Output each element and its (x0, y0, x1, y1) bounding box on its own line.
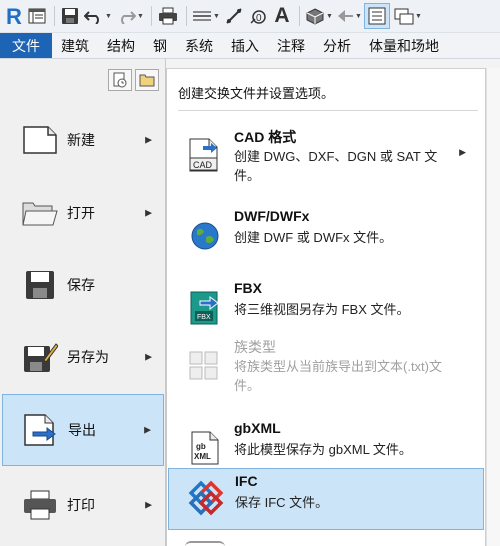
export-item-title: IFC (235, 473, 258, 489)
application-menu-left: 新建 ▶ 打开 ▶ 保存 另存为 ▶ 导出 ▶ 打印 ▶ (0, 59, 166, 546)
toolbar-separator (54, 6, 55, 26)
svg-text:CAD: CAD (193, 160, 213, 170)
menu-item-label: 打印 (67, 497, 95, 513)
tab-insert[interactable]: 插入 (222, 33, 268, 58)
print-icon[interactable] (156, 3, 180, 29)
export-item-description: 将此模型保存为 gbXML 文件。 (234, 442, 412, 457)
undo-dropdown-icon[interactable]: ▼ (105, 13, 112, 20)
export-item-title: FBX (234, 280, 262, 296)
quick-access-toolbar: R ▼ ▼ ▼ 0 A ▼ ▼ ▼ (0, 0, 500, 33)
submenu-arrow-icon: ▶ (145, 207, 152, 218)
export-item-cad-formats[interactable]: CAD CAD 格式 创建 DWG、DXF、DGN 或 SAT 文件。 ▶ (168, 123, 484, 185)
3d-view-dropdown-icon[interactable]: ▼ (326, 13, 333, 20)
menu-item-label: 打开 (67, 205, 95, 221)
tab-file[interactable]: 文件 (0, 33, 52, 58)
text-icon[interactable]: A (271, 3, 293, 29)
menu-item-new[interactable]: 新建 ▶ (2, 105, 164, 175)
menu-item-open[interactable]: 打开 ▶ (2, 178, 164, 248)
export-item-title: 族类型 (234, 339, 276, 355)
aligned-dimension-icon[interactable] (223, 3, 245, 29)
redo-dropdown-icon[interactable]: ▼ (137, 13, 144, 20)
panel-header: 创建交换文件并设置选项。 (178, 86, 335, 101)
toolbar-separator (151, 6, 152, 26)
export-item-ifc[interactable]: IFC 保存 IFC 文件。 (168, 468, 484, 530)
tab-systems[interactable]: 系统 (176, 33, 222, 58)
family-types-icon (185, 347, 225, 387)
open-folder-icon (20, 193, 60, 233)
export-item-description: 将族类型从当前族导出到文本(.txt)文件。 (234, 359, 442, 393)
export-icon (21, 410, 61, 450)
submenu-arrow-icon: ▶ (145, 499, 152, 510)
export-item-title: DWF/DWFx (234, 208, 310, 224)
switch-windows-icon[interactable]: ▼ (392, 3, 424, 29)
tab-massing-site[interactable]: 体量和场地 (360, 33, 448, 58)
menu-item-print[interactable]: 打印 ▶ (2, 470, 164, 540)
svg-text:0: 0 (256, 13, 262, 24)
print-icon (20, 485, 60, 525)
menu-item-label: 新建 (67, 132, 95, 148)
submenu-arrow-icon: ▶ (145, 351, 152, 362)
toolbar-separator (299, 6, 300, 26)
tab-analyze[interactable]: 分析 (314, 33, 360, 58)
export-item-partial (185, 541, 225, 546)
tab-annotate[interactable]: 注释 (268, 33, 314, 58)
menu-item-label: 另存为 (67, 349, 109, 365)
measure-icon[interactable]: ▼ (191, 3, 221, 29)
fbx-file-icon: FBX (185, 288, 225, 328)
menu-item-label: 保存 (67, 277, 95, 293)
panel-scrollbar[interactable] (486, 68, 500, 546)
ribbon-tab-bar: 文件 建筑 结构 钢 系统 插入 注释 分析 体量和场地 (0, 33, 500, 59)
tab-structure[interactable]: 结构 (98, 33, 144, 58)
tag-icon[interactable]: 0 (247, 3, 269, 29)
switch-windows-dropdown-icon[interactable]: ▼ (415, 13, 422, 20)
submenu-arrow-icon: ▶ (144, 424, 151, 435)
export-item-title: CAD 格式 (234, 129, 297, 145)
menu-item-label: 导出 (68, 422, 96, 438)
header-divider (178, 110, 478, 111)
default-3d-view-icon[interactable]: ▼ (304, 3, 334, 29)
gbxml-file-icon: gb XML (185, 428, 225, 468)
undo-icon[interactable]: ▼ (83, 3, 113, 29)
submenu-arrow-icon: ▶ (145, 134, 152, 145)
export-item-description: 创建 DWF 或 DWFx 文件。 (234, 230, 393, 245)
save-icon[interactable] (59, 3, 81, 29)
ifc-icon (186, 478, 226, 518)
menu-item-export[interactable]: 导出 ▶ (2, 394, 164, 466)
revit-logo-icon[interactable]: R (4, 3, 24, 29)
export-item-description: 创建 DWG、DXF、DGN 或 SAT 文件。 (234, 149, 438, 183)
section-icon[interactable]: ▼ (336, 3, 362, 29)
export-item-description: 将三维视图另存为 FBX 文件。 (234, 302, 410, 317)
export-item-dwf[interactable]: DWF/DWFx 创建 DWF 或 DWFx 文件。 (168, 204, 484, 266)
export-item-family-types: 族类型 将族类型从当前族导出到文本(.txt)文件。 (168, 333, 484, 401)
thin-lines-icon[interactable] (364, 3, 390, 29)
measure-dropdown-icon[interactable]: ▼ (213, 13, 220, 20)
menu-item-save-as[interactable]: 另存为 ▶ (2, 322, 164, 392)
svg-text:R: R (6, 5, 22, 27)
globe-icon (185, 216, 225, 256)
recent-documents-buttons (108, 69, 159, 91)
export-item-fbx[interactable]: FBX FBX 将三维视图另存为 FBX 文件。 (168, 276, 484, 338)
cad-file-icon: CAD (185, 135, 225, 175)
section-dropdown-icon[interactable]: ▼ (355, 13, 362, 20)
tab-architecture[interactable]: 建筑 (52, 33, 98, 58)
new-document-icon (20, 120, 60, 160)
open-documents-icon[interactable] (135, 69, 159, 91)
recent-documents-icon[interactable] (108, 69, 132, 91)
project-browser-icon[interactable] (26, 3, 48, 29)
svg-text:FBX: FBX (197, 314, 211, 321)
export-item-title: gbXML (234, 420, 281, 436)
export-submenu-panel: 创建交换文件并设置选项。 CAD CAD 格式 创建 DWG、DXF、DGN 或… (166, 68, 486, 546)
redo-icon[interactable]: ▼ (115, 3, 145, 29)
submenu-arrow-icon: ▶ (459, 147, 466, 157)
export-item-description: 保存 IFC 文件。 (235, 495, 329, 510)
toolbar-separator (186, 6, 187, 26)
menu-item-save[interactable]: 保存 (2, 250, 164, 320)
svg-text:gb: gb (196, 442, 206, 451)
svg-text:XML: XML (194, 452, 211, 461)
save-icon (20, 265, 60, 305)
tab-steel[interactable]: 钢 (144, 33, 176, 58)
save-as-icon (20, 337, 60, 377)
